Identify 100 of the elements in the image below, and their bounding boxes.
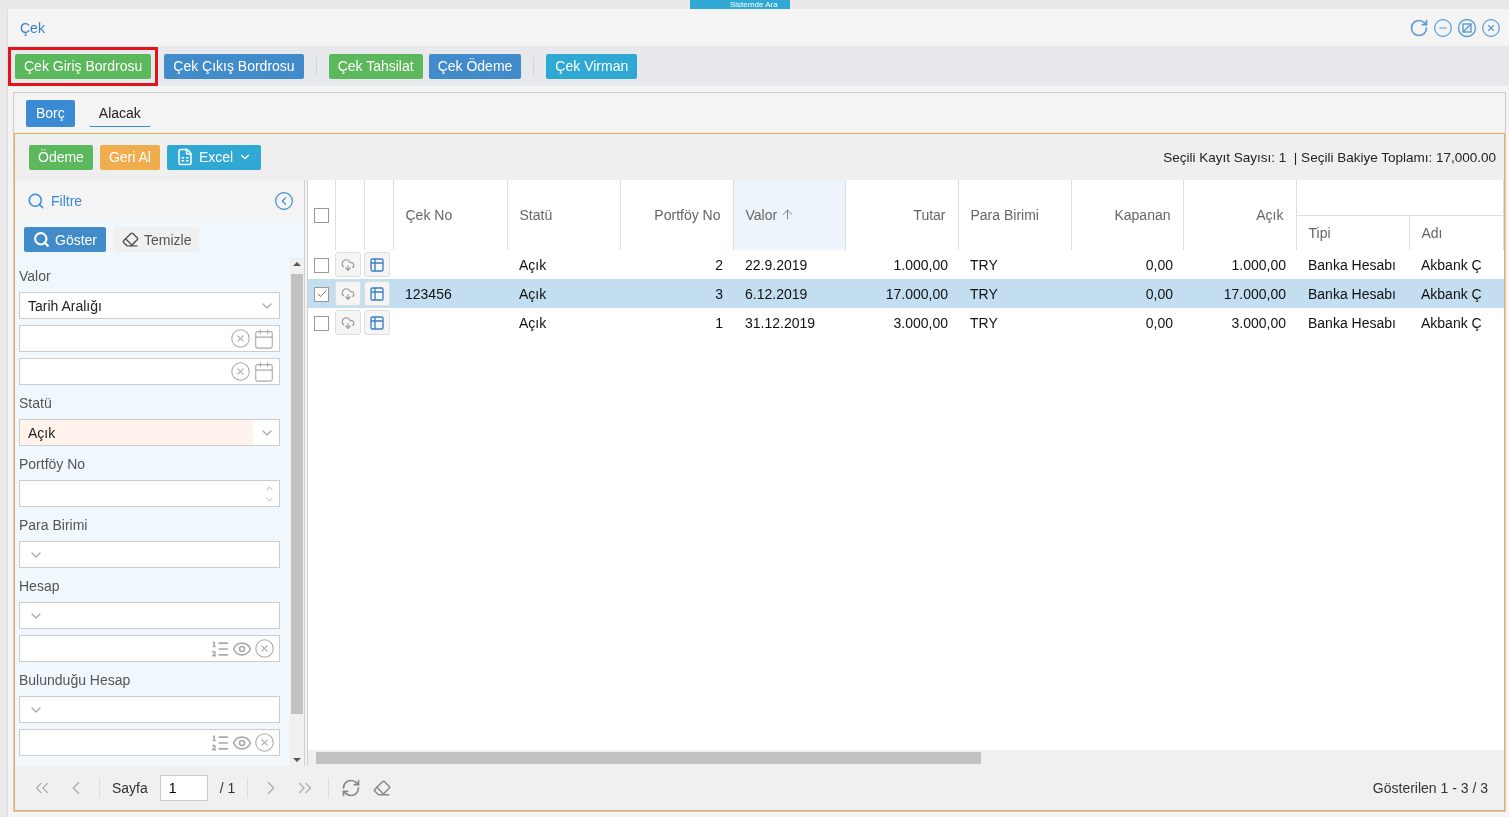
scrollbar[interactable] [308,750,1504,766]
tab[interactable]: Alacak [88,99,151,127]
search-icon [33,231,50,248]
column-header[interactable]: Açık [1183,180,1296,250]
show-button[interactable]: Göster [24,227,106,252]
table-cell: Açık [507,250,620,279]
lookup-field[interactable] [19,729,280,756]
table-cell: TRY [958,308,1071,337]
table-cell: Banka Hesabı [1296,250,1409,279]
select-all-checkbox[interactable] [314,208,329,224]
clear-icon[interactable] [230,328,251,349]
table-cell: Akbank Ç [1409,279,1504,308]
scrollbar[interactable] [290,258,304,766]
calendar-icon[interactable] [253,360,275,383]
field-label: Valor [19,268,52,284]
page-total: / 1 [219,780,236,796]
download-button[interactable] [335,252,361,277]
table-cell: 0,00 [1071,279,1183,308]
table-button[interactable] [364,310,390,335]
table-cell: 17.000,00 [1183,279,1296,308]
search-icon [27,191,45,210]
cloud-download-icon [341,257,355,272]
row-checkbox[interactable] [314,315,329,331]
eraser-icon [122,231,139,248]
calendar-icon[interactable] [253,327,275,350]
select-field[interactable]: Tarih Aralığı [19,292,280,319]
refresh-icon[interactable] [1409,17,1429,38]
column-header[interactable]: Statü [507,180,620,250]
clear-icon[interactable] [254,638,275,659]
row-checkbox[interactable] [314,286,329,302]
clear-button[interactable]: Temizle [114,227,200,252]
column-header[interactable]: Valor [733,180,845,250]
table-row[interactable]: Açık 2 22.9.2019 1.000,00 TRY 0,00 1.000,00 Banka Hesabı Akbank Ç [308,250,1504,279]
clear-icon[interactable] [230,361,251,382]
table-cell: 1.000,00 [1183,250,1296,279]
field-label: Bulunduğu Hesap [19,672,132,688]
table-cell: Açık [507,279,620,308]
tab[interactable]: Borç [26,99,75,127]
spreadsheet-icon [175,148,194,166]
table-cell: 123456 [393,279,507,308]
table-cell: 31.12.2019 [733,308,845,337]
restore-icon[interactable] [1457,17,1477,38]
field-label: Portföy No [19,456,87,472]
close-icon[interactable] [1481,17,1501,38]
column-header[interactable]: Adı [1409,215,1504,250]
cloud-download-icon [341,315,355,330]
date-field[interactable] [19,358,280,385]
eraser-icon[interactable] [373,779,392,797]
collapse-icon[interactable] [274,190,294,211]
field-label: Hesap [19,578,61,594]
table-row[interactable]: 123456 Açık 3 6.12.2019 17.000,00 TRY 0,00 17.000,00 Banka Hesabı Akbank Ç [308,279,1504,308]
column-header[interactable]: Çek No [393,180,507,250]
table-cell: TRY [958,279,1071,308]
column-header[interactable]: Kapanan [1071,180,1183,250]
table-cell: 0,00 [1071,250,1183,279]
table-cell: 1.000,00 [845,250,958,279]
number-field[interactable] [19,480,280,507]
table-cell: Açık [507,308,620,337]
page-label: Sayfa [112,780,148,796]
refresh-icon[interactable] [341,778,362,798]
selection-summary: Seçili Kayıt Sayısı: 1 | Seçili Bakiye Toplamı: 17,000.00 [1163,149,1496,165]
toolbar-button[interactable]: Çek Ödeme [428,53,522,79]
table-cell: Banka Hesabı [1296,308,1409,337]
window-title: Çek [20,19,45,36]
table-cell: 6.12.2019 [733,279,845,308]
table-row[interactable]: Açık 1 31.12.2019 3.000,00 TRY 0,00 3.000,00 Banka Hesabı Akbank Ç [308,308,1504,337]
table-cell: 1 [620,308,733,337]
table-cell: Banka Hesabı [1296,279,1409,308]
select-field[interactable] [19,696,280,723]
table-icon [369,285,385,302]
download-button[interactable] [335,281,361,306]
table-cell: 2 [620,250,733,279]
field-label: Para Birimi [19,517,89,533]
select-field[interactable] [19,541,280,568]
column-header[interactable]: Tipi [1296,215,1409,250]
date-field[interactable] [19,325,280,352]
table-button[interactable] [364,252,390,277]
lookup-field[interactable] [19,635,280,662]
toolbar-button[interactable]: Çek Çıkış Bordrosu [164,53,304,79]
minimize-icon[interactable] [1433,17,1453,38]
column-header[interactable]: Tutar [845,180,958,250]
table-icon [369,314,385,331]
column-header[interactable]: Portföy No [620,180,733,250]
table-cell: 22.9.2019 [733,250,845,279]
page-field[interactable]: 1 [159,775,208,801]
field-label: Statü [19,395,53,411]
clear-icon[interactable] [254,732,275,753]
table-button[interactable] [364,281,390,306]
page-info: Gösterilen 1 - 3 / 3 [1372,780,1488,796]
download-button[interactable] [335,310,361,335]
table-icon [369,256,385,273]
select-field[interactable]: Açık [19,419,280,446]
table-cell: 3.000,00 [1183,308,1296,337]
table-cell: 0,00 [1071,308,1183,337]
row-checkbox[interactable] [314,257,329,273]
column-header[interactable]: Para Birimi [958,180,1071,250]
table-cell: 3.000,00 [845,308,958,337]
table-cell: Akbank Ç [1409,308,1504,337]
select-field[interactable] [19,602,280,629]
table-cell: Akbank Ç [1409,250,1504,279]
